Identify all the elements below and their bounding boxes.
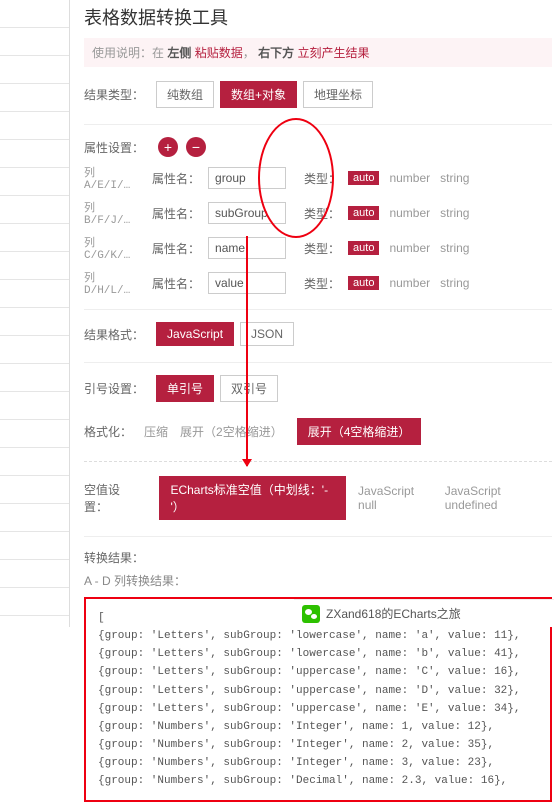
- left-table-rail: [0, 0, 70, 627]
- result-type-opt-geo[interactable]: 地理坐标: [303, 81, 373, 108]
- result-output: [ {group: 'Letters', subGroup: 'lowercas…: [84, 597, 552, 802]
- type-auto[interactable]: auto: [348, 171, 379, 185]
- add-attr-button[interactable]: +: [158, 137, 178, 157]
- type-string[interactable]: string: [440, 206, 469, 220]
- fmt-js[interactable]: JavaScript: [156, 322, 234, 346]
- type-number[interactable]: number: [389, 171, 430, 185]
- quote-row: 引号设置： 单引号 双引号: [84, 375, 552, 402]
- type-string[interactable]: string: [440, 241, 469, 255]
- quote-double[interactable]: 双引号: [220, 375, 278, 402]
- col-label: 列 B/F/J/…: [84, 199, 144, 227]
- fmt-json[interactable]: JSON: [240, 322, 294, 346]
- result-type-opt-array-obj[interactable]: 数组+对象: [220, 81, 297, 108]
- type-string[interactable]: string: [440, 171, 469, 185]
- attr-row: 列 D/H/L/…属性名：类型：autonumberstring: [84, 269, 552, 297]
- format-row: 结果格式： JavaScript JSON: [84, 322, 552, 346]
- col-label: 列 A/E/I/…: [84, 164, 144, 192]
- type-number[interactable]: number: [389, 206, 430, 220]
- footer-bar: ZXand618的ECharts之旅: [294, 599, 554, 627]
- pretty-row: 格式化： 压缩 展开（2空格缩进） 展开（4空格缩进）: [84, 418, 552, 445]
- remove-attr-button[interactable]: −: [186, 137, 206, 157]
- quote-single[interactable]: 单引号: [156, 375, 214, 402]
- attr-label: 属性设置：: [84, 139, 144, 156]
- attr-name-input[interactable]: [208, 167, 286, 189]
- result-sub: A - D 列转换结果：: [84, 572, 552, 589]
- result-heading: 转换结果：: [84, 549, 552, 566]
- usage-hint: 使用说明：在 左侧 粘贴数据， 右下方 立刻产生结果: [84, 38, 552, 67]
- pretty-compact[interactable]: 压缩: [144, 423, 168, 440]
- empty-echarts[interactable]: ECharts标准空值（中划线：'-'）: [159, 476, 346, 520]
- result-type-row: 结果类型： 纯数组 数组+对象 地理坐标: [84, 81, 552, 108]
- type-number[interactable]: number: [389, 241, 430, 255]
- col-label: 列 D/H/L/…: [84, 269, 144, 297]
- attr-row: 列 C/G/K/…属性名：类型：autonumberstring: [84, 234, 552, 262]
- type-string[interactable]: string: [440, 276, 469, 290]
- attr-row: 列 A/E/I/…属性名：类型：autonumberstring: [84, 164, 552, 192]
- type-number[interactable]: number: [389, 276, 430, 290]
- attr-name-input[interactable]: [208, 202, 286, 224]
- empty-row: 空值设置： ECharts标准空值（中划线：'-'） JavaScript nu…: [84, 476, 552, 520]
- type-auto[interactable]: auto: [348, 276, 379, 290]
- footer-text: ZXand618的ECharts之旅: [326, 605, 461, 622]
- empty-undef[interactable]: JavaScript undefined: [445, 484, 552, 512]
- attr-row: 列 B/F/J/…属性名：类型：autonumberstring: [84, 199, 552, 227]
- page-title: 表格数据转换工具: [84, 4, 552, 30]
- result-type-label: 结果类型：: [84, 86, 144, 103]
- pretty-4sp[interactable]: 展开（4空格缩进）: [297, 418, 422, 445]
- annotation-arrow: [246, 236, 248, 466]
- type-auto[interactable]: auto: [348, 206, 379, 220]
- result-type-opt-array[interactable]: 纯数组: [156, 81, 214, 108]
- pretty-2sp[interactable]: 展开（2空格缩进）: [180, 423, 283, 440]
- col-label: 列 C/G/K/…: [84, 234, 144, 262]
- type-auto[interactable]: auto: [348, 241, 379, 255]
- wechat-icon: [302, 605, 320, 623]
- empty-null[interactable]: JavaScript null: [358, 484, 433, 512]
